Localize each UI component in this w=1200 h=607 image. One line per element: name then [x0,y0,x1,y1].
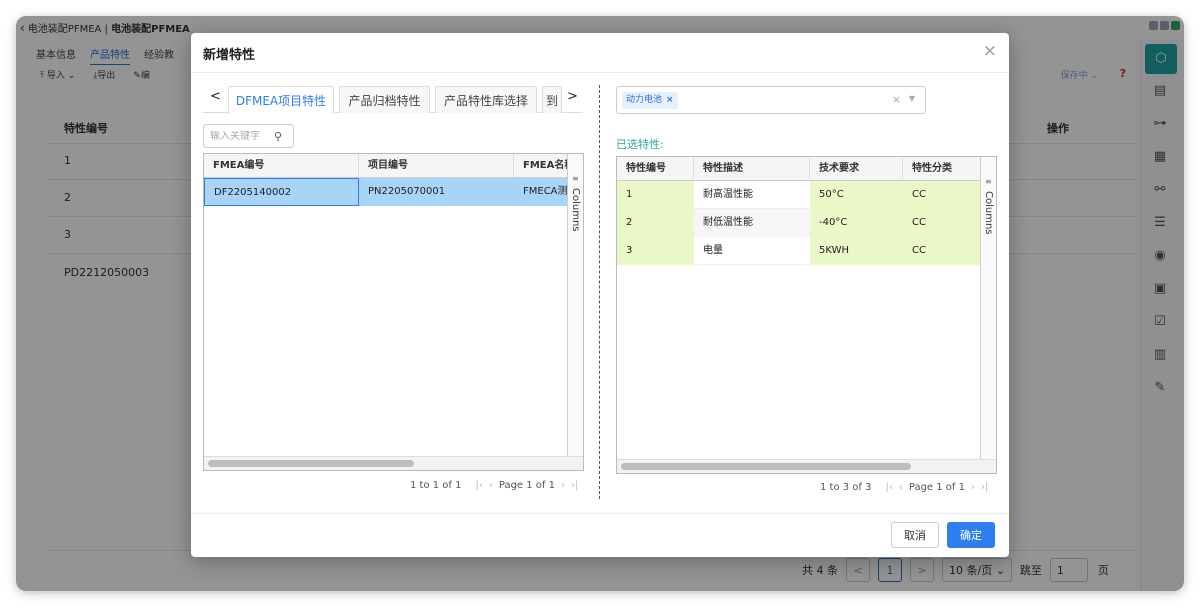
horizontal-scrollbar[interactable] [204,456,583,470]
search-icon[interactable]: ⚲ [274,130,282,143]
cell-technical-requirement: -40°C [810,209,903,237]
cell-characteristic-no: 1 [617,181,694,209]
column-header-project-no[interactable]: 项目编号 [359,154,514,178]
cell-classification: CC [903,237,981,265]
row-range: 1 to 3 of 3 [820,482,872,493]
tab-more[interactable]: 到 [542,86,562,113]
tab-product-archived-characteristics[interactable]: 产品归档特性 [339,86,430,113]
source-tabs: < DFMEA项目特性 产品归档特性 产品特性库选择 到 > [203,85,583,114]
tab-characteristic-library[interactable]: 产品特性库选择 [435,86,537,113]
tabs-prev-icon[interactable]: < [210,89,221,104]
grid-body: DF2205140002 PN2205070001 FMECA测 [204,178,568,206]
selected-chip: 动力电池 × [622,92,678,109]
keyword-search: ⚲ [203,124,294,148]
search-input[interactable] [210,130,272,142]
cell-project-no: PN2205070001 [359,178,514,206]
dialog-title: 新增特性 [203,48,256,63]
cell-technical-requirement: 5KWH [810,237,903,265]
tabs-next-icon[interactable]: > [567,89,578,104]
menu-icon: ≡ [985,177,992,186]
menu-icon: ≡ [572,174,579,183]
scrollbar-thumb[interactable] [208,460,414,467]
grid-body: 1 耐高温性能 50°C CC 2 耐低温性能 -40°C CC 3 电量 5K… [617,181,981,265]
add-characteristic-dialog: 新增特性 × < DFMEA项目特性 产品归档特性 产品特性库选择 到 > ⚲ … [191,33,1009,557]
chip-label: 动力电池 [626,95,663,105]
table-row[interactable]: 2 耐低温性能 -40°C CC [617,209,981,237]
caret-down-icon[interactable]: ▼ [909,94,915,103]
column-header-description[interactable]: 特性描述 [694,157,810,181]
last-page-icon[interactable]: ›| [571,480,578,491]
grid-header: FMEA编号 项目编号 FMEA名称 [204,154,568,178]
column-header-fmea-no[interactable]: FMEA编号 [204,154,359,178]
close-icon[interactable]: × [983,41,997,61]
cell-fmea-name: FMECA测 [514,178,568,206]
table-row[interactable]: 1 耐高温性能 50°C CC [617,181,981,209]
cell-classification: CC [903,181,981,209]
cell-characteristic-no: 3 [617,237,694,265]
cell-description: 耐高温性能 [703,189,753,200]
next-page-icon[interactable]: › [561,480,565,491]
confirm-button[interactable]: 确定 [947,522,995,548]
clear-icon[interactable]: × [892,93,901,106]
grid-header: 特性编号 特性描述 技术要求 特性分类 [617,157,981,181]
columns-panel-toggle[interactable]: ≡ Columns [567,154,583,456]
next-page-icon[interactable]: › [971,482,975,493]
dialog-footer: 取消 确定 [191,513,1009,557]
columns-label: Columns [983,191,994,235]
cell-fmea-no: DF2205140002 [204,178,359,206]
columns-label: Columns [570,188,581,232]
cell-classification: CC [903,209,981,237]
cell-characteristic-no: 2 [617,209,694,237]
column-header-classification[interactable]: 特性分类 [903,157,981,181]
table-row[interactable]: DF2205140002 PN2205070001 FMECA测 [204,178,568,206]
prev-page-icon[interactable]: ‹ [489,480,493,491]
row-range: 1 to 1 of 1 [410,480,462,491]
cell-description: 耐低温性能 [694,209,810,237]
table-row[interactable]: 3 电量 5KWH CC [617,237,981,265]
tab-dfmea-project-characteristics[interactable]: DFMEA项目特性 [228,86,334,114]
columns-panel-toggle[interactable]: ≡ Columns [980,157,996,459]
page-info: Page 1 of 1 [498,480,555,491]
left-grid-pagination: 1 to 1 of 1 |‹ ‹ Page 1 of 1 › ›| [410,480,578,491]
right-grid-pagination: 1 to 3 of 3 |‹ ‹ Page 1 of 1 › ›| [820,482,988,493]
fmea-grid: FMEA编号 项目编号 FMEA名称 DF2205140002 PN220507… [203,153,584,471]
scrollbar-thumb[interactable] [621,463,911,470]
dialog-header: 新增特性 × [191,33,1009,73]
pane-divider [599,85,600,499]
cell-description: 电量 [703,245,723,256]
prev-page-icon[interactable]: ‹ [899,482,903,493]
selected-characteristics-label: 已选特性: [616,138,664,151]
selected-characteristics-grid: 特性编号 特性描述 技术要求 特性分类 1 耐高温性能 50°C CC 2 耐低… [616,156,997,474]
column-header-characteristic-no[interactable]: 特性编号 [617,157,694,181]
cell-technical-requirement: 50°C [810,181,903,209]
first-page-icon[interactable]: |‹ [885,482,892,493]
chip-remove-icon[interactable]: × [666,95,674,105]
column-header-technical-requirement[interactable]: 技术要求 [810,157,903,181]
horizontal-scrollbar[interactable] [617,459,996,473]
page-info: Page 1 of 1 [908,482,965,493]
product-multiselect[interactable]: 动力电池 × × ▼ [616,86,926,114]
column-header-fmea-name[interactable]: FMEA名称 [514,154,568,178]
last-page-icon[interactable]: ›| [981,482,988,493]
cancel-button[interactable]: 取消 [891,522,939,548]
first-page-icon[interactable]: |‹ [475,480,482,491]
